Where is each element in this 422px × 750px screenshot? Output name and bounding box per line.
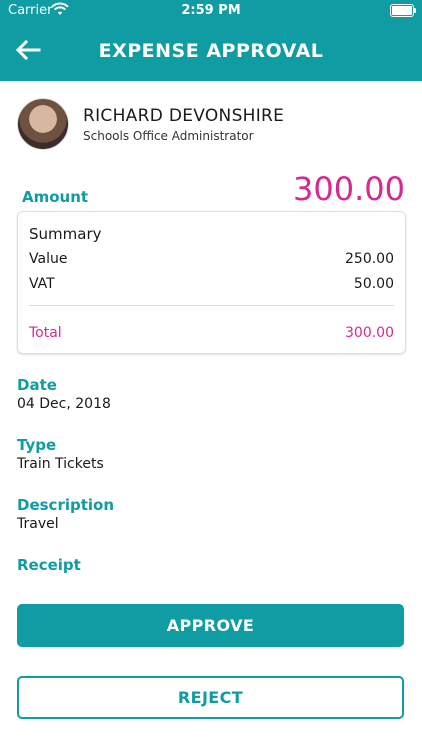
summary-divider [29, 305, 394, 306]
summary-vat-label: VAT [29, 276, 55, 292]
date-label: Date [17, 376, 57, 394]
summary-title: Summary [29, 225, 102, 243]
summary-card: Summary Value 250.00 VAT 50.00 Total 300… [17, 211, 406, 354]
status-time: 2:59 PM [181, 3, 241, 18]
amount-label: Amount [22, 188, 89, 206]
amount-value: 300.00 [293, 170, 405, 208]
status-bar: Carrier 2:59 PM [0, 0, 422, 22]
date-value: 04 Dec, 2018 [17, 396, 111, 412]
description-value: Travel [17, 516, 59, 532]
description-label: Description [17, 496, 115, 514]
summary-value-amount: 250.00 [345, 251, 394, 267]
summary-value-label: Value [29, 251, 68, 267]
summary-row-vat: VAT 50.00 [29, 276, 394, 292]
summary-row-value: Value 250.00 [29, 251, 394, 267]
summary-vat-amount: 50.00 [353, 276, 394, 292]
type-label: Type [17, 436, 57, 454]
employee-profile: RICHARD DEVONSHIRE Schools Office Admini… [17, 98, 407, 150]
type-value: Train Tickets [17, 456, 104, 472]
app-header: Carrier 2:59 PM EXPENSE APPROVAL [0, 0, 422, 81]
summary-row-total: Total 300.00 [29, 325, 394, 341]
summary-total-label: Total [29, 325, 62, 341]
employee-role: Schools Office Administrator [83, 129, 254, 143]
employee-name: RICHARD DEVONSHIRE [83, 106, 285, 126]
battery-icon [390, 4, 416, 17]
receipt-label: Receipt [17, 556, 81, 574]
avatar [17, 98, 69, 150]
reject-button[interactable]: REJECT [17, 676, 404, 719]
approve-button[interactable]: APPROVE [17, 604, 404, 647]
summary-total-amount: 300.00 [345, 325, 394, 341]
page-title: EXPENSE APPROVAL [98, 40, 324, 62]
